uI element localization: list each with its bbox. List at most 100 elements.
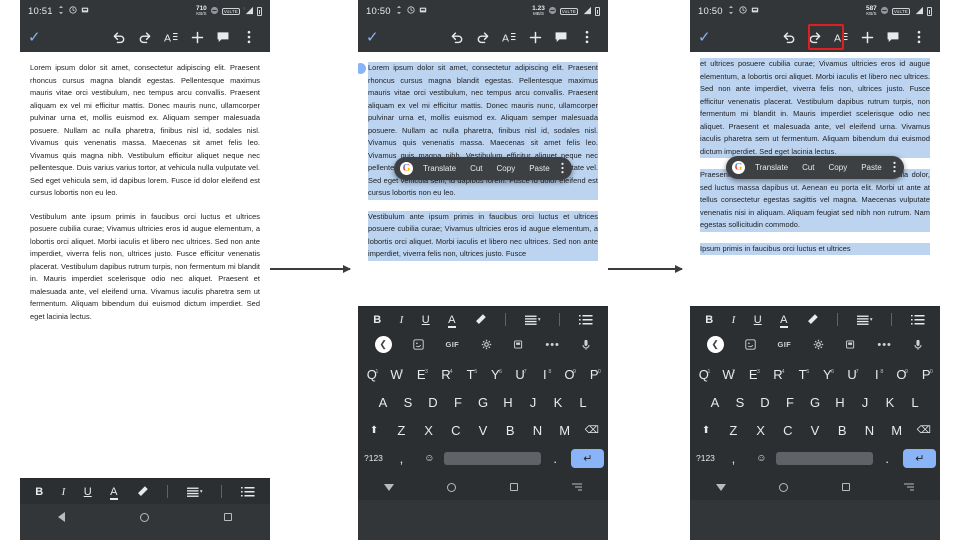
- recents-square-icon[interactable]: [499, 483, 529, 491]
- bold-button[interactable]: B: [35, 486, 43, 498]
- context-cut[interactable]: Cut: [795, 163, 821, 172]
- gif-button[interactable]: GIF: [445, 340, 459, 349]
- key-b[interactable]: B: [497, 423, 523, 438]
- on-screen-keyboard[interactable]: ❮ GIF ••• 1Q 2W 3 E 4 R 5 T 6 Y 7 U 8 I …: [358, 332, 608, 500]
- highlighter-icon[interactable]: [136, 485, 149, 498]
- align-icon[interactable]: [856, 314, 873, 326]
- key-y[interactable]: 6Y: [816, 367, 840, 382]
- key-t[interactable]: 5T: [791, 367, 815, 382]
- emoji-key[interactable]: ☺: [416, 453, 443, 464]
- period-key[interactable]: .: [542, 451, 569, 466]
- numsym-key[interactable]: ?123: [360, 453, 387, 463]
- key-m[interactable]: M: [884, 423, 910, 438]
- done-button[interactable]: ✓: [366, 28, 392, 46]
- done-button[interactable]: ✓: [698, 28, 724, 46]
- format-text-icon[interactable]: A: [828, 24, 854, 50]
- space-key[interactable]: [443, 451, 541, 465]
- key-x[interactable]: X: [415, 423, 441, 438]
- context-paste[interactable]: Paste: [854, 163, 888, 172]
- context-cut[interactable]: Cut: [463, 164, 489, 173]
- highlighter-icon[interactable]: [806, 313, 819, 326]
- back-chevron-icon[interactable]: ❮: [706, 336, 724, 353]
- done-button[interactable]: ✓: [28, 28, 54, 46]
- keyboard-hide-icon[interactable]: [374, 483, 404, 491]
- key-g[interactable]: G: [471, 395, 495, 410]
- key-w[interactable]: 2W: [385, 367, 409, 382]
- key-s[interactable]: S: [728, 395, 752, 410]
- redo-icon[interactable]: [802, 24, 828, 50]
- key-w[interactable]: 2W: [717, 367, 741, 382]
- back-triangle-icon[interactable]: [47, 512, 77, 522]
- shift-key[interactable]: ⬆: [361, 425, 387, 436]
- text-color-button[interactable]: A: [780, 314, 788, 328]
- key-f[interactable]: F: [778, 395, 802, 410]
- format-text-icon[interactable]: A: [158, 24, 184, 50]
- italic-button[interactable]: I: [400, 314, 404, 326]
- comma-key[interactable]: ,: [720, 451, 747, 466]
- text-color-button[interactable]: A: [448, 314, 456, 328]
- key-q[interactable]: 1Q: [360, 367, 384, 382]
- context-copy[interactable]: Copy: [822, 163, 855, 172]
- key-r[interactable]: 4R: [766, 367, 790, 382]
- align-icon[interactable]: [186, 486, 203, 498]
- text-color-button[interactable]: A: [110, 486, 118, 500]
- key-v[interactable]: V: [802, 423, 828, 438]
- back-chevron-icon[interactable]: ❮: [374, 336, 392, 353]
- key-z[interactable]: Z: [720, 423, 746, 438]
- bold-button[interactable]: B: [705, 314, 713, 326]
- key-a[interactable]: A: [371, 395, 395, 410]
- key-z[interactable]: Z: [388, 423, 414, 438]
- add-icon[interactable]: [854, 24, 880, 50]
- recents-square-icon[interactable]: [213, 513, 243, 521]
- bulleted-list-icon[interactable]: [910, 314, 925, 325]
- document-page[interactable]: et ultrices posuere cubilia curae; Vivam…: [690, 52, 940, 255]
- comment-icon[interactable]: [210, 24, 236, 50]
- home-circle-icon[interactable]: [769, 482, 799, 492]
- key-d[interactable]: D: [421, 395, 445, 410]
- key-h[interactable]: H: [496, 395, 520, 410]
- add-icon[interactable]: [522, 24, 548, 50]
- gif-button[interactable]: GIF: [777, 340, 791, 349]
- context-paste[interactable]: Paste: [522, 164, 556, 173]
- key-o[interactable]: 9O: [558, 367, 582, 382]
- clipboard-icon[interactable]: [845, 339, 856, 350]
- shift-key[interactable]: ⬆: [693, 425, 719, 436]
- key-r[interactable]: 4R: [434, 367, 458, 382]
- home-circle-icon[interactable]: [437, 482, 467, 492]
- key-m[interactable]: M: [552, 423, 578, 438]
- bold-button[interactable]: B: [373, 314, 381, 326]
- undo-icon[interactable]: [106, 24, 132, 50]
- keyboard-hide-icon[interactable]: [706, 483, 736, 491]
- more-dots-icon[interactable]: •••: [545, 339, 560, 350]
- key-c[interactable]: C: [443, 423, 469, 438]
- key-i[interactable]: 8I: [865, 367, 889, 382]
- key-q[interactable]: 1Q: [692, 367, 716, 382]
- italic-button[interactable]: I: [732, 314, 736, 326]
- key-f[interactable]: F: [446, 395, 470, 410]
- context-overflow-menu-icon[interactable]: [889, 161, 900, 175]
- sticker-icon[interactable]: [413, 339, 424, 350]
- undo-icon[interactable]: [776, 24, 802, 50]
- document-canvas[interactable]: et ultrices posuere cubilia curae; Vivam…: [690, 52, 940, 306]
- period-key[interactable]: .: [874, 451, 901, 466]
- enter-key[interactable]: ↵: [902, 448, 938, 468]
- redo-icon[interactable]: [132, 24, 158, 50]
- clipboard-icon[interactable]: [513, 339, 524, 350]
- home-circle-icon[interactable]: [130, 512, 160, 522]
- comma-key[interactable]: ,: [388, 451, 415, 466]
- emoji-key[interactable]: ☺: [748, 453, 775, 464]
- key-n[interactable]: N: [524, 423, 550, 438]
- underline-button[interactable]: U: [84, 486, 92, 498]
- settings-gear-icon[interactable]: [481, 339, 492, 350]
- document-canvas[interactable]: Lorem ipsum dolor sit amet, consectetur …: [20, 52, 270, 478]
- text-context-menu[interactable]: G Translate Cut Copy Paste: [726, 156, 904, 179]
- sticker-icon[interactable]: [745, 339, 756, 350]
- key-u[interactable]: 7U: [840, 367, 864, 382]
- key-p[interactable]: 0P: [914, 367, 938, 382]
- key-n[interactable]: N: [856, 423, 882, 438]
- key-d[interactable]: D: [753, 395, 777, 410]
- key-e[interactable]: 3E: [741, 367, 765, 382]
- underline-button[interactable]: U: [422, 314, 430, 326]
- key-x[interactable]: X: [747, 423, 773, 438]
- ime-switch-icon[interactable]: [562, 483, 592, 491]
